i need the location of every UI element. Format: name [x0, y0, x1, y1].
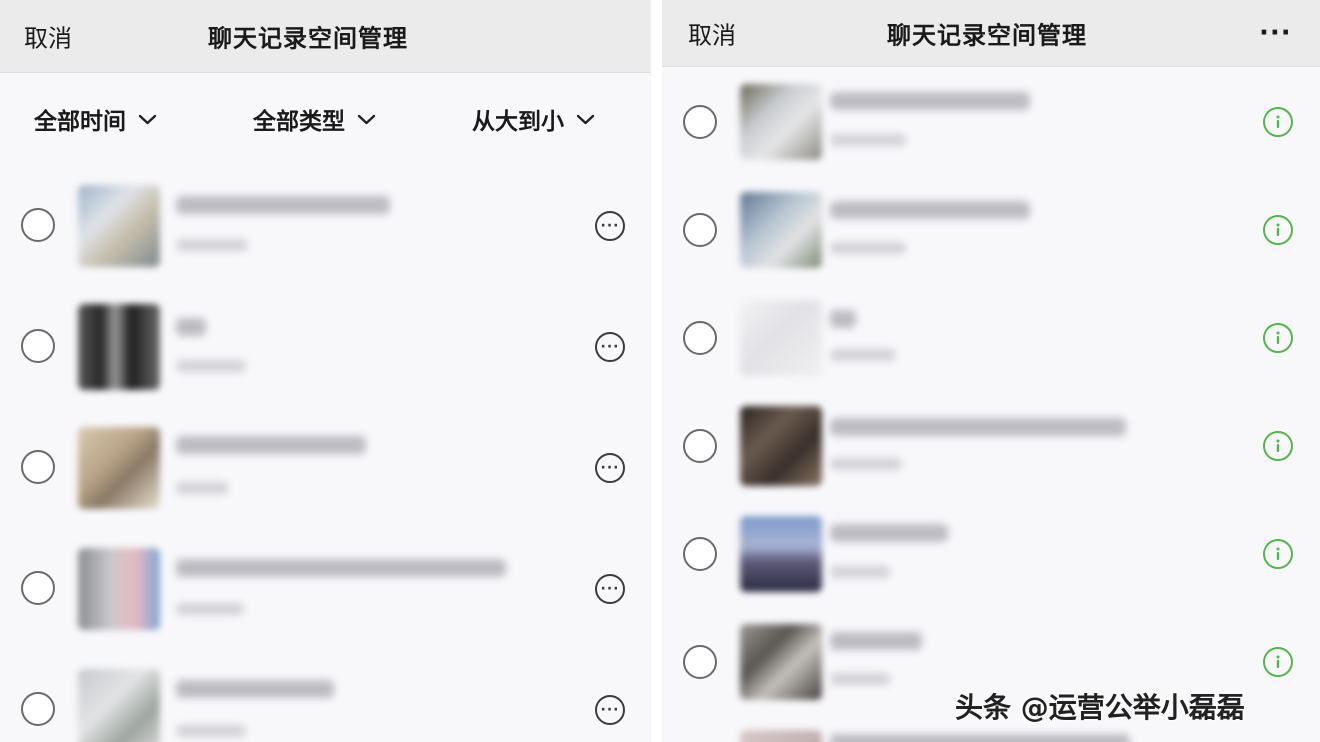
info-glyph	[1276, 439, 1280, 452]
select-checkbox[interactable]	[21, 571, 55, 605]
info-icon[interactable]	[1263, 539, 1293, 569]
select-checkbox[interactable]	[683, 321, 717, 355]
blurred-chat-size	[176, 360, 246, 372]
chat-thumbnail[interactable]	[78, 669, 160, 742]
blurred-chat-name	[830, 92, 1030, 110]
more-options-icon[interactable]: ···	[595, 332, 625, 362]
chevron-down-icon	[138, 114, 157, 125]
blurred-chat-name	[176, 196, 390, 214]
chat-thumbnail[interactable]	[740, 84, 822, 160]
more-options-icon[interactable]: ···	[595, 574, 625, 604]
list-item[interactable]	[662, 500, 1320, 608]
chat-thumbnail[interactable]	[740, 192, 822, 268]
chat-thumbnail[interactable]	[78, 185, 160, 267]
blurred-chat-size	[830, 349, 896, 361]
filter-bar: 全部时间 全部类型 从大到小	[0, 72, 651, 167]
list-item[interactable]	[662, 392, 1320, 500]
select-checkbox[interactable]	[683, 645, 717, 679]
blurred-chat-name	[830, 734, 1130, 742]
cancel-button[interactable]: 取消	[24, 19, 72, 54]
info-icon[interactable]	[1263, 323, 1293, 353]
info-glyph	[1276, 655, 1280, 668]
chat-thumbnail[interactable]	[78, 304, 160, 390]
info-icon[interactable]	[1263, 107, 1293, 137]
watermark-text: 头条 @运营公举小磊磊	[955, 691, 1245, 724]
info-glyph	[1276, 223, 1280, 236]
page-title: 聊天记录空间管理	[208, 24, 408, 53]
select-checkbox[interactable]	[683, 429, 717, 463]
chat-thumbnail[interactable]	[740, 624, 822, 700]
more-options-icon[interactable]: ···	[595, 695, 625, 725]
info-glyph	[1276, 331, 1280, 344]
header-bar: 取消 聊天记录空间管理	[0, 0, 651, 73]
right-screen: 取消 聊天记录空间管理 ···	[662, 0, 1320, 742]
blurred-chat-size	[830, 242, 906, 254]
info-glyph	[1276, 115, 1280, 128]
list-item[interactable]	[662, 68, 1320, 176]
more-options-icon[interactable]: ···	[595, 211, 625, 241]
more-options-icon[interactable]: ···	[595, 453, 625, 483]
info-icon[interactable]	[1263, 215, 1293, 245]
list-item[interactable]: ···	[0, 167, 651, 288]
list-item[interactable]: ···	[0, 409, 651, 530]
page-title: 聊天记录空间管理	[887, 21, 1087, 50]
chat-thumbnail[interactable]	[78, 548, 160, 630]
list-item[interactable]: ···	[0, 530, 651, 651]
list-item[interactable]	[662, 284, 1320, 392]
filter-type-dropdown[interactable]: 全部类型	[253, 102, 376, 136]
filter-sort-dropdown[interactable]: 从大到小	[472, 102, 595, 136]
blurred-chat-size	[176, 725, 246, 737]
header-bar: 取消 聊天记录空间管理 ···	[662, 0, 1320, 67]
info-glyph	[1276, 547, 1280, 560]
list-item[interactable]	[662, 176, 1320, 284]
cancel-button[interactable]: 取消	[688, 16, 736, 51]
blurred-chat-name	[176, 436, 366, 454]
chat-thumbnail[interactable]	[740, 300, 822, 376]
select-checkbox[interactable]	[21, 450, 55, 484]
blurred-chat-name	[176, 680, 334, 698]
info-icon[interactable]	[1263, 647, 1293, 677]
blurred-chat-size	[176, 482, 228, 494]
screen-divider	[651, 0, 662, 742]
list-item[interactable]: ···	[0, 288, 651, 409]
blurred-chat-name	[830, 310, 856, 328]
select-checkbox[interactable]	[683, 213, 717, 247]
select-checkbox[interactable]	[683, 537, 717, 571]
select-checkbox[interactable]	[21, 329, 55, 363]
chevron-down-icon	[357, 114, 376, 125]
blurred-chat-size	[830, 134, 906, 146]
chat-thumbnail[interactable]	[78, 427, 160, 509]
chat-thumbnail[interactable]	[740, 516, 822, 592]
more-menu-button[interactable]: ···	[1259, 18, 1292, 48]
filter-time-dropdown[interactable]: 全部时间	[34, 102, 157, 136]
blurred-chat-name	[830, 524, 948, 542]
select-checkbox[interactable]	[21, 208, 55, 242]
blurred-chat-name	[176, 559, 506, 577]
blurred-chat-name	[176, 318, 206, 336]
chevron-down-icon	[576, 114, 595, 125]
blurred-chat-size	[830, 458, 902, 470]
info-icon[interactable]	[1263, 431, 1293, 461]
filter-time-label: 全部时间	[34, 109, 126, 135]
filter-sort-label: 从大到小	[472, 109, 564, 135]
chat-thumbnail[interactable]	[740, 406, 822, 486]
select-checkbox[interactable]	[21, 692, 55, 726]
list-item[interactable]: ···	[0, 651, 651, 742]
select-checkbox[interactable]	[683, 105, 717, 139]
left-screen: 取消 聊天记录空间管理 全部时间 全部类型 从大到小 ··· ··· ··· ·…	[0, 0, 651, 742]
filter-type-label: 全部类型	[253, 109, 345, 135]
blurred-chat-name	[830, 632, 922, 650]
blurred-chat-size	[830, 566, 890, 578]
blurred-chat-name	[830, 418, 1126, 436]
blurred-chat-size	[176, 239, 248, 251]
blurred-chat-size	[176, 603, 244, 615]
blurred-chat-name	[830, 201, 1030, 219]
chat-thumbnail[interactable]	[740, 730, 822, 742]
blurred-chat-size	[830, 673, 890, 685]
